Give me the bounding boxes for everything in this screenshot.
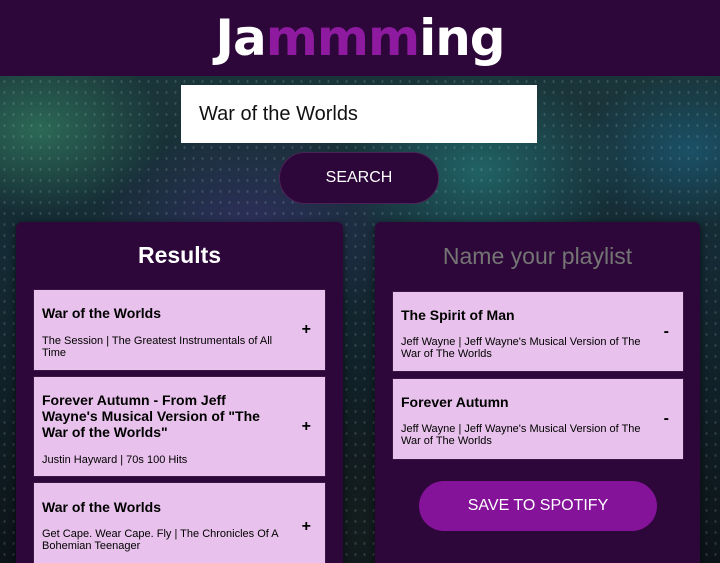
save-to-spotify-button[interactable]: SAVE TO SPOTIFY: [419, 481, 657, 531]
add-track-button[interactable]: +: [302, 321, 311, 339]
playlist-panel: The Spirit of Man Jeff Wayne | Jeff Wayn…: [375, 222, 700, 563]
logo-prefix: Ja: [215, 9, 266, 67]
track-info: Jeff Wayne | Jeff Wayne's Musical Versio…: [401, 423, 641, 447]
track-name: Forever Autumn: [401, 394, 509, 410]
result-track-2[interactable]: Forever Autumn - From Jeff Wayne's Music…: [33, 376, 326, 477]
track-name: The Spirit of Man: [401, 307, 515, 323]
app-header: Jammming: [0, 0, 720, 76]
result-track-1[interactable]: War of the Worlds The Session | The Grea…: [33, 289, 326, 371]
remove-track-button[interactable]: -: [664, 323, 669, 341]
results-panel: Results War of the Worlds The Session | …: [16, 222, 343, 563]
logo-accent: mmm: [265, 9, 420, 67]
results-title: Results: [137, 242, 222, 268]
track-name: War of the Worlds: [42, 499, 161, 515]
remove-track-button[interactable]: -: [664, 410, 669, 428]
track-name: War of the Worlds: [42, 305, 161, 321]
track-info: Jeff Wayne | Jeff Wayne's Musical Versio…: [401, 336, 641, 360]
track-info: Justin Hayward | 70s 100 Hits: [42, 454, 188, 466]
track-name: Forever Autumn - From Jeff Wayne's Music…: [42, 392, 260, 440]
logo-suffix: ing: [419, 9, 506, 67]
app-logo: Jammming: [0, 0, 720, 76]
playlist-track-1[interactable]: The Spirit of Man Jeff Wayne | Jeff Wayn…: [392, 291, 684, 372]
add-track-button[interactable]: +: [302, 518, 311, 536]
add-track-button[interactable]: +: [302, 418, 311, 436]
track-info: The Session | The Greatest Instrumentals…: [42, 335, 273, 359]
track-info: Get Cape. Wear Cape. Fly | The Chronicle…: [42, 528, 279, 552]
result-track-3[interactable]: War of the Worlds Get Cape. Wear Cape. F…: [33, 482, 326, 563]
search-button[interactable]: SEARCH: [279, 152, 439, 204]
playlist-name-input[interactable]: [395, 236, 680, 276]
playlist-track-2[interactable]: Forever Autumn Jeff Wayne | Jeff Wayne's…: [392, 378, 684, 460]
search-input[interactable]: [181, 85, 537, 143]
